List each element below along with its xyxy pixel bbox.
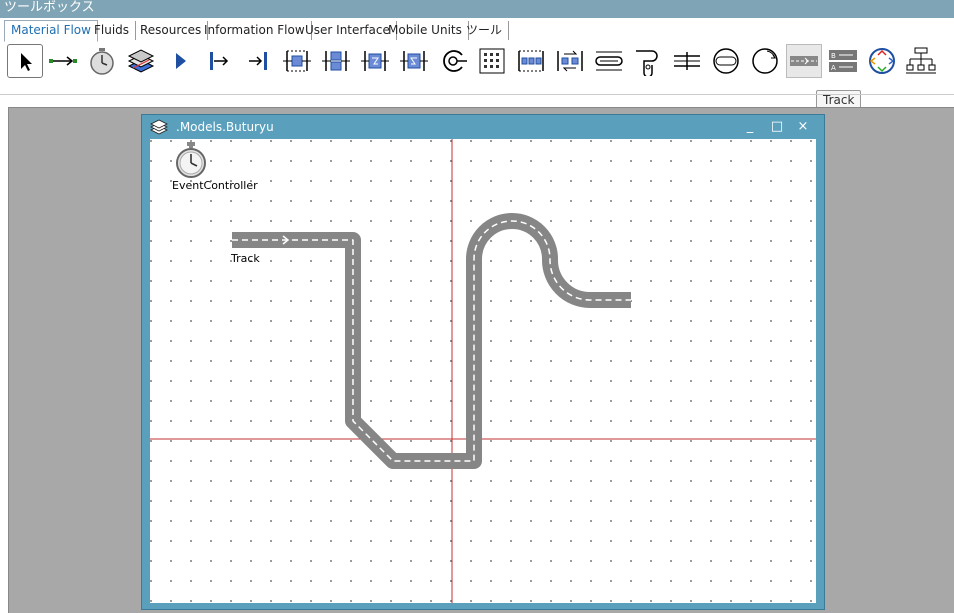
minimize-button[interactable]: _ — [739, 115, 761, 139]
frame-icon[interactable] — [123, 44, 159, 78]
pointer-icon[interactable] — [7, 44, 43, 78]
buffer-icon[interactable] — [513, 44, 549, 78]
dismantle-icon[interactable] — [396, 44, 432, 78]
svg-text:B: B — [831, 52, 836, 60]
interface-icon[interactable] — [162, 44, 198, 78]
track-label: Track — [231, 252, 260, 265]
model-canvas[interactable]: EventController Track — [150, 139, 816, 603]
tab-information-flow[interactable]: Information Flow — [198, 21, 312, 40]
maximize-button[interactable]: □ — [766, 115, 788, 139]
line-icon[interactable] — [630, 44, 666, 78]
drain-icon[interactable] — [240, 44, 276, 78]
event-controller-label: EventController — [172, 179, 258, 192]
store-icon[interactable] — [474, 44, 510, 78]
model-window-title: .Models.Buturyu — [176, 120, 274, 134]
frame-icon — [150, 119, 168, 135]
assembly-icon[interactable] — [357, 44, 393, 78]
tab-fluids[interactable]: Fluids — [88, 21, 137, 40]
tab-tools[interactable]: ツール — [460, 21, 510, 40]
track-body — [232, 213, 631, 469]
tab-material-flow[interactable]: Material Flow — [4, 20, 98, 42]
turntable-icon[interactable] — [708, 44, 744, 78]
sorter-icon[interactable] — [591, 44, 627, 78]
tab-mobile-units[interactable]: Mobile Units — [382, 21, 469, 40]
toolbox-tab-bar: Material Flow Fluids Resources Informati… — [0, 18, 954, 42]
placebuffer-icon[interactable] — [552, 44, 588, 78]
cycle-icon[interactable] — [435, 44, 471, 78]
event-controller-icon[interactable] — [174, 141, 208, 179]
app-title: ツールボックス — [4, 0, 95, 15]
parallel-proc-icon[interactable] — [318, 44, 354, 78]
track-icon[interactable] — [786, 44, 822, 78]
app-title-bar: ツールボックス — [0, 0, 954, 18]
angular-converter-icon[interactable] — [669, 44, 705, 78]
distributor-icon[interactable] — [903, 44, 939, 78]
model-window[interactable]: .Models.Buturyu _ □ × EventController Tr… — [141, 114, 825, 610]
close-button[interactable]: × — [792, 115, 814, 139]
connector-icon[interactable] — [45, 44, 81, 78]
turntable2-icon[interactable] — [864, 44, 900, 78]
turnplate-icon[interactable] — [747, 44, 783, 78]
toolbox-toolbar: BA — [0, 42, 954, 82]
toolbar-divider — [0, 94, 954, 95]
track-centerline — [232, 220, 631, 462]
event-controller-icon[interactable] — [84, 44, 120, 78]
canvas-drawing — [150, 139, 816, 603]
source-icon[interactable] — [201, 44, 237, 78]
model-window-titlebar[interactable]: .Models.Buturyu _ □ × — [142, 115, 824, 139]
single-proc-icon[interactable] — [279, 44, 315, 78]
twolane-track-icon[interactable]: BA — [825, 44, 861, 78]
svg-text:A: A — [831, 64, 836, 72]
